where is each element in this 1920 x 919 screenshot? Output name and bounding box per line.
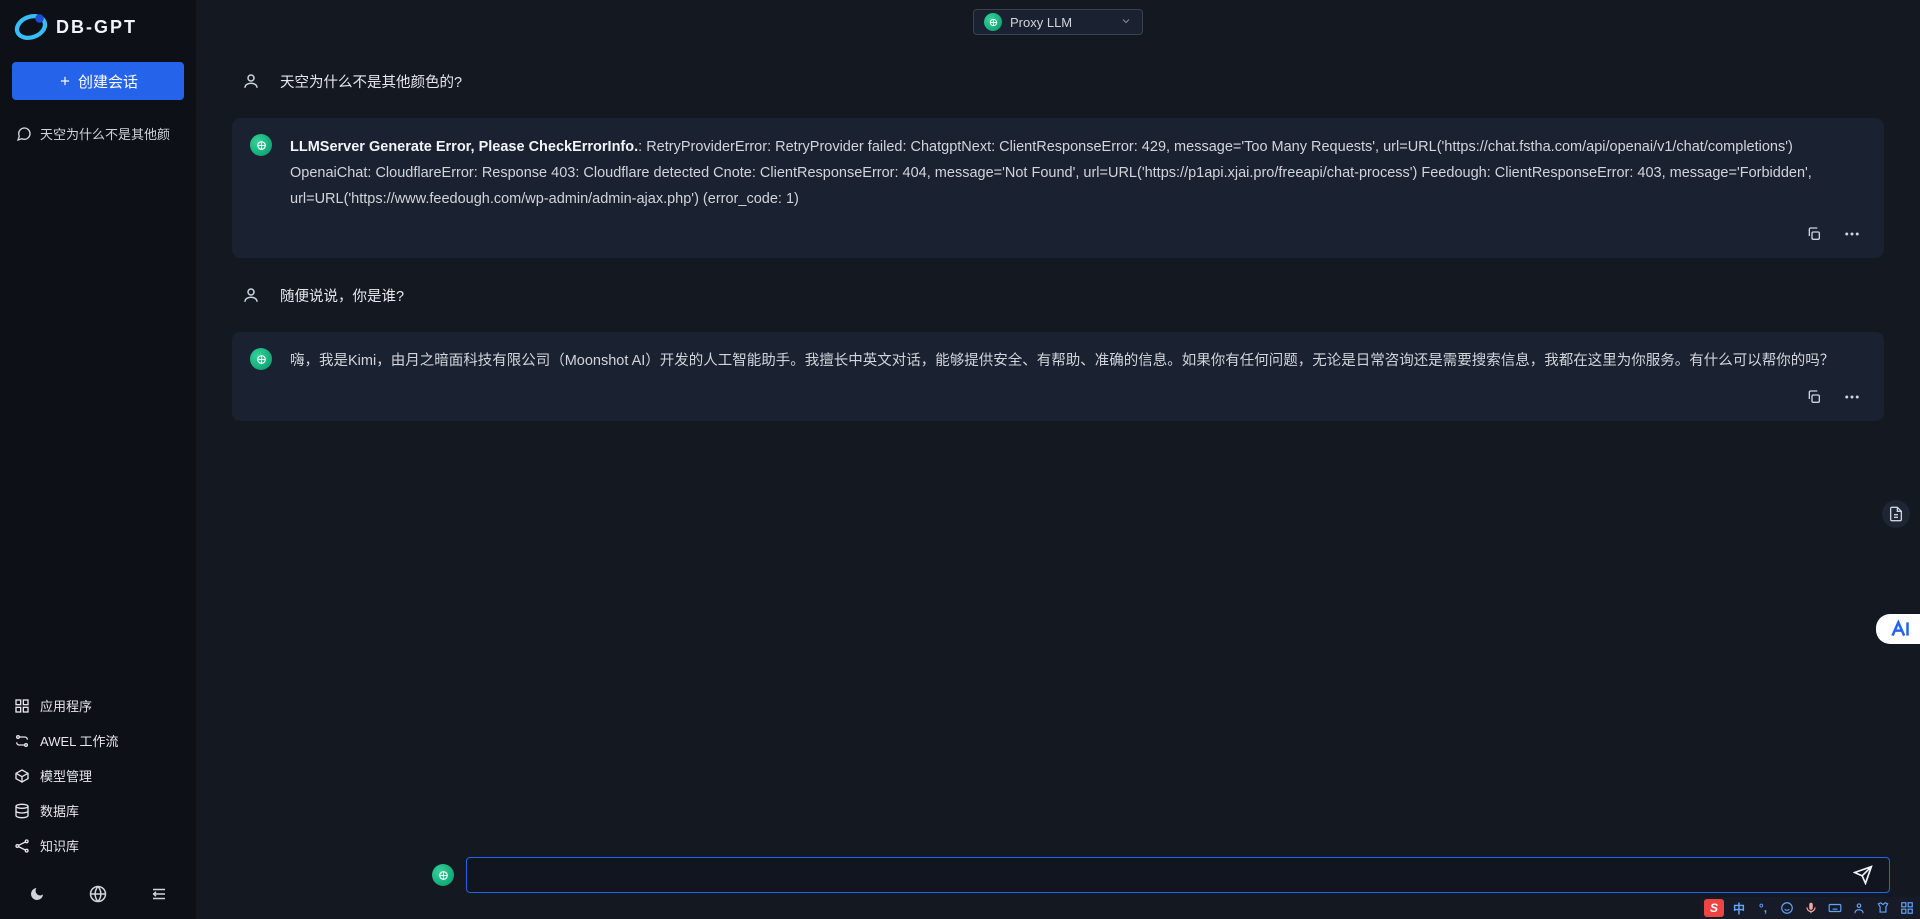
nav-label: 知识库: [40, 836, 79, 855]
new-chat-button[interactable]: 创建会话: [12, 62, 184, 100]
nav-label: 模型管理: [40, 766, 92, 785]
message-text: 随便说说，你是谁?: [280, 284, 1876, 310]
user-message: 随便说说，你是谁?: [232, 268, 1884, 326]
input-avatar-icon: [432, 864, 454, 886]
chat-input[interactable]: [479, 867, 1849, 883]
ime-brand-icon[interactable]: S: [1704, 899, 1724, 917]
moon-icon: [29, 886, 45, 902]
ime-emoji-button[interactable]: [1778, 899, 1796, 917]
main-panel: Proxy LLM 天空为什么不是其他颜色的? LLM: [196, 0, 1920, 919]
nav-knowledge-base[interactable]: 知识库: [0, 828, 196, 863]
sidebar-nav: 应用程序 AWEL 工作流 模型管理 数据库 知识库: [0, 682, 196, 869]
nav-label: 数据库: [40, 801, 79, 820]
assistant-message: 嗨，我是Kimi，由月之暗面科技有限公司（Moonshot AI）开发的人工智能…: [250, 348, 1866, 378]
globe-icon: [89, 885, 107, 903]
top-bar: Proxy LLM: [196, 0, 1920, 44]
assistant-message: LLMServer Generate Error, Please CheckEr…: [250, 134, 1866, 216]
sidebar-footer: [0, 869, 196, 919]
chat-bubble-icon: [16, 126, 32, 142]
sidebar: DB-GPT 创建会话 天空为什么不是其他颜 应用程序 AWEL 工作流: [0, 0, 196, 919]
conversation-title: 天空为什么不是其他颜: [40, 124, 170, 143]
nav-applications[interactable]: 应用程序: [0, 688, 196, 723]
assistant-message-block: LLMServer Generate Error, Please CheckEr…: [232, 118, 1884, 258]
new-chat-label: 创建会话: [78, 71, 138, 92]
ime-skin-button[interactable]: [1874, 899, 1892, 917]
model-select[interactable]: Proxy LLM: [973, 9, 1143, 35]
message-text: 嗨，我是Kimi，由月之暗面科技有限公司（Moonshot AI）开发的人工智能…: [290, 348, 1866, 374]
assistant-avatar-icon: [250, 348, 272, 370]
theme-toggle-button[interactable]: [22, 879, 52, 909]
brand-mark-icon: [14, 10, 48, 44]
ime-status-bar: S 中 °,: [1700, 897, 1920, 919]
database-icon: [14, 803, 30, 819]
message-actions: [250, 379, 1866, 411]
model-selected-label: Proxy LLM: [1010, 15, 1072, 30]
ime-keyboard-button[interactable]: [1826, 899, 1844, 917]
copy-icon: [1806, 226, 1822, 242]
flow-icon: [14, 733, 30, 749]
chat-scroll[interactable]: 天空为什么不是其他颜色的? LLMServer Generate Error, …: [196, 44, 1920, 919]
message-actions: [250, 216, 1866, 248]
user-message: 天空为什么不是其他颜色的?: [232, 54, 1884, 112]
nav-awel-flow[interactable]: AWEL 工作流: [0, 723, 196, 758]
model-avatar-icon: [984, 13, 1002, 31]
send-button[interactable]: [1849, 861, 1877, 889]
document-icon: [1888, 506, 1904, 522]
assistant-avatar-icon: [250, 134, 272, 156]
copy-button[interactable]: [1804, 224, 1824, 244]
chat-input-row: [432, 857, 1890, 893]
language-button[interactable]: [83, 879, 113, 909]
brand-logo[interactable]: DB-GPT: [0, 0, 196, 52]
cube-icon: [14, 768, 30, 784]
conversation-item[interactable]: 天空为什么不是其他颜: [10, 116, 186, 151]
copy-button[interactable]: [1804, 387, 1824, 407]
nav-model-management[interactable]: 模型管理: [0, 758, 196, 793]
ai-badge-icon: [1890, 619, 1910, 639]
more-button[interactable]: [1842, 387, 1862, 407]
ime-lang-label[interactable]: 中: [1730, 899, 1748, 917]
chevron-down-icon: [1120, 15, 1132, 30]
user-avatar-icon: [240, 284, 262, 306]
error-prefix: LLMServer Generate Error, Please CheckEr…: [290, 139, 638, 155]
conversation-list: 天空为什么不是其他颜: [0, 110, 196, 157]
grid-icon: [14, 698, 30, 714]
message-text: LLMServer Generate Error, Please CheckEr…: [290, 134, 1866, 212]
ime-person-button[interactable]: [1850, 899, 1868, 917]
nav-label: 应用程序: [40, 696, 92, 715]
ime-toolbox-button[interactable]: [1898, 899, 1916, 917]
message-text: 天空为什么不是其他颜色的?: [280, 70, 1876, 96]
more-button[interactable]: [1842, 224, 1862, 244]
collapse-icon: [150, 885, 168, 903]
document-float-button[interactable]: [1882, 500, 1910, 528]
user-avatar-icon: [240, 70, 262, 92]
ime-punct-button[interactable]: °,: [1754, 899, 1772, 917]
ai-float-button[interactable]: [1876, 614, 1920, 644]
plus-icon: [58, 74, 72, 88]
nav-label: AWEL 工作流: [40, 731, 119, 750]
brand-name: DB-GPT: [56, 17, 137, 38]
share-icon: [14, 838, 30, 854]
ellipsis-icon: [1843, 225, 1861, 243]
ime-mic-button[interactable]: [1802, 899, 1820, 917]
nav-database[interactable]: 数据库: [0, 793, 196, 828]
collapse-sidebar-button[interactable]: [144, 879, 174, 909]
send-icon: [1853, 865, 1873, 885]
assistant-message-block: 嗨，我是Kimi，由月之暗面科技有限公司（Moonshot AI）开发的人工智能…: [232, 332, 1884, 420]
ellipsis-icon: [1843, 388, 1861, 406]
chat-input-box[interactable]: [466, 857, 1890, 893]
copy-icon: [1806, 389, 1822, 405]
